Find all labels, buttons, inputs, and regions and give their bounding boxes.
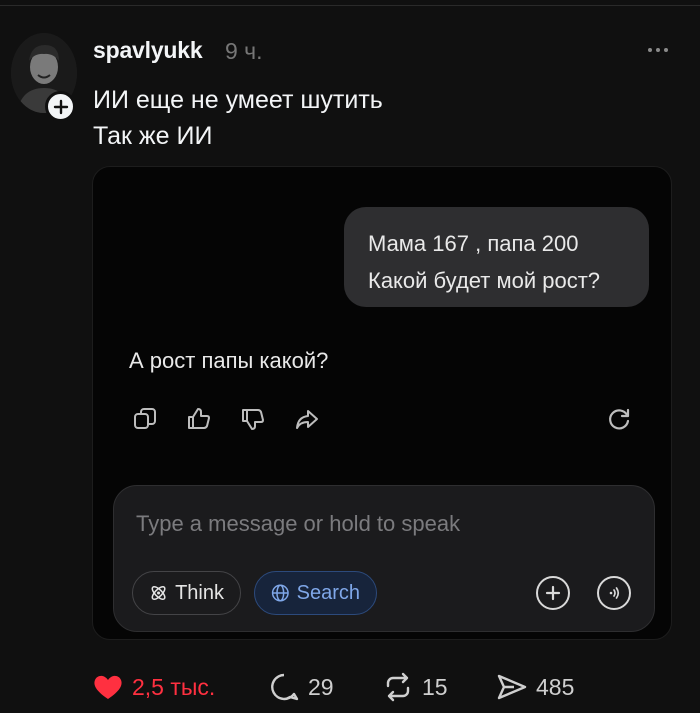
like-count: 2,5 тыс. (132, 673, 216, 700)
username[interactable]: spavlyukk (93, 37, 203, 64)
voice-icon[interactable] (597, 576, 631, 610)
think-label: Think (175, 581, 224, 604)
repost-count: 15 (422, 673, 448, 700)
heart-icon (94, 675, 122, 699)
attached-image[interactable]: Мама 167 , папа 200 Какой будет мой рост… (92, 166, 672, 640)
atom-icon (151, 586, 166, 600)
user-message-bubble: Мама 167 , папа 200 Какой будет мой рост… (344, 207, 649, 307)
user-message-line: Какой будет мой рост? (368, 268, 601, 293)
comment-icon (271, 673, 299, 701)
top-divider (0, 5, 700, 6)
think-button[interactable]: Think (132, 571, 241, 615)
share-arrow-icon[interactable] (293, 405, 321, 433)
regenerate-icon[interactable] (605, 405, 633, 433)
ai-reply: А рост папы какой? (129, 348, 329, 373)
user-message-line: Мама 167 , папа 200 (368, 231, 579, 256)
reply-count: 29 (308, 673, 334, 700)
message-input[interactable] (136, 506, 616, 542)
follow-button[interactable] (45, 91, 76, 122)
copy-icon[interactable] (131, 405, 159, 433)
plus-icon (53, 99, 68, 114)
search-button[interactable]: Search (254, 571, 377, 615)
post-line: ИИ еще не умеет шутить (93, 86, 383, 114)
thumbs-down-icon[interactable] (239, 405, 267, 433)
post-text: ИИ еще не умеет шутить Так же ИИ (93, 82, 383, 154)
post-time: 9 ч. (225, 38, 263, 64)
share-button[interactable]: 485 (496, 672, 574, 702)
plus-circle-icon[interactable] (536, 576, 570, 610)
composer: Think Search (113, 485, 655, 632)
like-button[interactable]: 2,5 тыс. (92, 672, 215, 702)
repost-icon (386, 672, 410, 702)
share-count: 485 (536, 673, 575, 700)
search-label: Search (296, 581, 360, 604)
thumbs-up-icon[interactable] (185, 405, 213, 433)
globe-icon (271, 584, 289, 602)
post-line: Так же ИИ (93, 122, 213, 150)
more-icon[interactable] (640, 40, 676, 60)
repost-button[interactable]: 15 (382, 672, 448, 702)
send-icon (497, 674, 527, 700)
reply-button[interactable]: 29 (268, 672, 334, 702)
message-actions (131, 405, 641, 435)
